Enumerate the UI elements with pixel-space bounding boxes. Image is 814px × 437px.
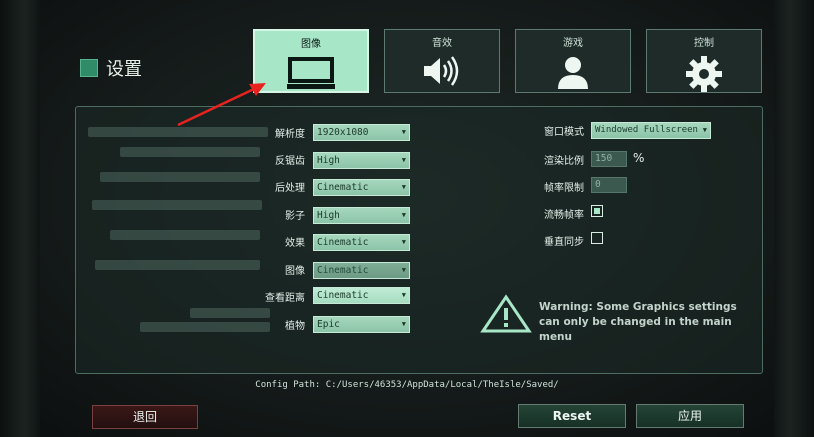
render-scale-label: 渲染比例 (544, 156, 584, 167)
resolution-label: 解析度 (275, 129, 305, 140)
config-path: Config Path: C:/Users/46353/AppData/Loca… (255, 380, 559, 390)
anti-aliasing-dropdown[interactable]: High ▼ (313, 152, 410, 169)
chevron-down-icon: ▼ (401, 266, 406, 274)
smooth-framerate-label: 流畅帧率 (544, 210, 584, 221)
view-distance-dropdown[interactable]: Cinematic ▼ (313, 287, 410, 304)
effects-label: 效果 (285, 238, 305, 249)
foliage-dropdown[interactable]: Epic ▼ (313, 316, 410, 333)
smooth-framerate-checkbox[interactable] (591, 205, 603, 217)
chevron-down-icon: ▼ (401, 291, 406, 299)
resolution-value: 1920x1080 (317, 127, 369, 138)
right-frame (774, 0, 814, 437)
apply-button[interactable]: 应用 (636, 404, 744, 428)
tab-controls[interactable]: 控制 (646, 29, 762, 93)
foliage-value: Epic (317, 319, 340, 330)
tab-label: 控制 (694, 38, 714, 49)
window-mode-label: 窗口模式 (544, 127, 584, 138)
tab-label: 游戏 (563, 38, 583, 49)
effects-value: Cinematic (317, 237, 369, 248)
speaker-icon (422, 55, 462, 91)
monitor-icon (287, 56, 335, 94)
vsync-checkbox[interactable] (591, 232, 603, 244)
tab-audio[interactable]: 音效 (384, 29, 500, 93)
frame-limit-label: 帧率限制 (544, 183, 584, 194)
chevron-down-icon: ▼ (401, 320, 406, 328)
page-title: 设置 (80, 55, 142, 81)
chevron-down-icon: ▼ (702, 126, 707, 134)
chevron-down-icon: ▼ (401, 211, 406, 219)
shadows-label: 影子 (285, 211, 305, 222)
vsync-label: 垂直同步 (544, 237, 584, 248)
textures-value: Cinematic (317, 265, 369, 276)
left-frame (0, 0, 40, 437)
user-icon (555, 55, 591, 95)
chevron-down-icon: ▼ (401, 156, 406, 164)
tab-label: 音效 (432, 38, 452, 49)
post-processing-dropdown[interactable]: Cinematic ▼ (313, 179, 410, 196)
title-square-icon (80, 59, 98, 77)
effects-dropdown[interactable]: Cinematic ▼ (313, 234, 410, 251)
render-scale-unit: % (633, 151, 645, 165)
render-scale-input[interactable]: 150 (591, 151, 627, 167)
window-mode-value: Windowed Fullscreen (595, 125, 698, 135)
textures-dropdown[interactable]: Cinematic ▼ (313, 262, 410, 279)
chevron-down-icon: ▼ (401, 183, 406, 191)
warning-text: Warning: Some Graphics settings can only… (539, 301, 737, 343)
title-text: 设置 (106, 59, 142, 80)
tab-label: 图像 (301, 39, 321, 50)
tab-graphics[interactable]: 图像 (253, 29, 369, 93)
gear-icon (685, 55, 723, 97)
foliage-label: 植物 (285, 321, 305, 332)
frame-limit-input[interactable]: 0 (591, 177, 627, 193)
textures-label: 图像 (285, 266, 305, 277)
view-distance-label: 查看距离 (265, 293, 305, 304)
chevron-down-icon: ▼ (401, 128, 406, 136)
post-processing-value: Cinematic (317, 182, 369, 193)
back-button[interactable]: 退回 (92, 405, 198, 429)
warning-icon (480, 294, 532, 338)
shadows-value: High (317, 210, 340, 221)
chevron-down-icon: ▼ (401, 238, 406, 246)
reset-button[interactable]: Reset (518, 404, 626, 428)
post-processing-label: 后处理 (275, 183, 305, 194)
anti-aliasing-value: High (317, 155, 340, 166)
anti-aliasing-label: 反锯齿 (275, 156, 305, 167)
view-distance-value: Cinematic (317, 290, 369, 301)
resolution-dropdown[interactable]: 1920x1080 ▼ (313, 124, 410, 141)
tab-game[interactable]: 游戏 (515, 29, 631, 93)
window-mode-dropdown[interactable]: Windowed Fullscreen ▼ (591, 122, 711, 139)
shadows-dropdown[interactable]: High ▼ (313, 207, 410, 224)
